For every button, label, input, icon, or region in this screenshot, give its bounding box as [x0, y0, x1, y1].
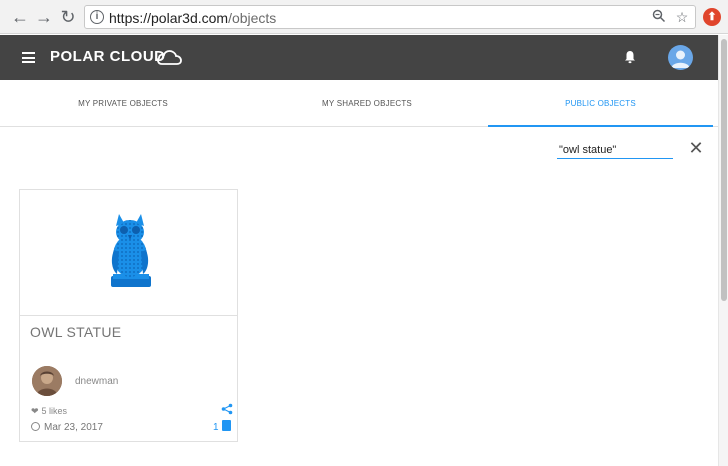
forward-button[interactable]: → — [34, 7, 54, 27]
user-avatar-icon — [671, 50, 690, 68]
tab-public-objects[interactable]: PUBLIC OBJECTS — [488, 80, 713, 127]
object-title[interactable]: OWL STATUE — [30, 324, 121, 340]
object-tabs: MY PRIVATE OBJECTS MY SHARED OBJECTS PUB… — [0, 80, 718, 127]
likes-label: 5 likes — [41, 406, 68, 416]
logo-text[interactable]: POLAR CLOUD — [50, 48, 166, 65]
forward-arrow-icon: → — [35, 7, 53, 27]
tab-label: MY PRIVATE OBJECTS — [78, 99, 168, 108]
object-date: Mar 23, 2017 — [31, 422, 103, 433]
file-count: 1 — [213, 422, 219, 433]
extension-icon[interactable]: ⬆ — [703, 8, 721, 26]
tab-label: MY SHARED OBJECTS — [322, 99, 412, 108]
likes-count: ❤ 5 likes — [31, 406, 67, 417]
scrollbar-thumb[interactable] — [721, 39, 727, 301]
address-bar[interactable]: i https://polar3d.com/objects ☆ — [84, 5, 696, 29]
owner-username[interactable]: dnewman — [75, 376, 118, 387]
owner-avatar[interactable] — [32, 366, 62, 396]
page-scrollbar[interactable] — [718, 35, 728, 466]
tab-label: PUBLIC OBJECTS — [565, 99, 636, 108]
owl-model-image — [111, 214, 151, 287]
share-icon[interactable] — [221, 403, 233, 415]
tab-my-shared-objects[interactable]: MY SHARED OBJECTS — [246, 80, 488, 127]
bookmark-star-icon[interactable]: ☆ — [674, 9, 690, 25]
search-input[interactable] — [557, 141, 673, 159]
info-icon[interactable]: i — [90, 10, 104, 24]
close-icon: ✕ — [688, 138, 704, 158]
url-text[interactable]: https://polar3d.com/objects — [109, 10, 276, 26]
back-button[interactable]: ← — [10, 7, 30, 27]
url-host: https://polar3d.com — [109, 10, 229, 26]
notification-bell-icon[interactable] — [622, 49, 638, 65]
app-header: POLAR CLOUD — [0, 35, 718, 80]
clock-icon — [31, 422, 40, 431]
browser-toolbar: ← → ↻ i https://polar3d.com/objects ☆ ⬆ — [0, 0, 728, 34]
reload-button[interactable]: ↻ — [58, 7, 78, 27]
heart-icon[interactable]: ❤ — [31, 406, 39, 416]
clear-search-button[interactable]: ✕ — [688, 138, 704, 158]
url-path: /objects — [228, 10, 277, 26]
owner-avatar-photo — [32, 366, 62, 396]
file-icon[interactable] — [222, 420, 231, 431]
date-label: Mar 23, 2017 — [44, 422, 103, 433]
back-arrow-icon: ← — [11, 7, 29, 27]
object-thumbnail[interactable] — [20, 190, 237, 316]
menu-icon[interactable] — [22, 52, 35, 63]
tab-my-private-objects[interactable]: MY PRIVATE OBJECTS — [0, 80, 246, 127]
zoom-icon[interactable] — [651, 9, 667, 25]
reload-icon: ↻ — [60, 7, 76, 27]
cloud-logo-icon — [157, 50, 182, 65]
user-avatar[interactable] — [668, 45, 693, 70]
object-card[interactable]: OWL STATUE dnewman ❤ 5 likes Mar 23, 2017… — [19, 189, 238, 442]
